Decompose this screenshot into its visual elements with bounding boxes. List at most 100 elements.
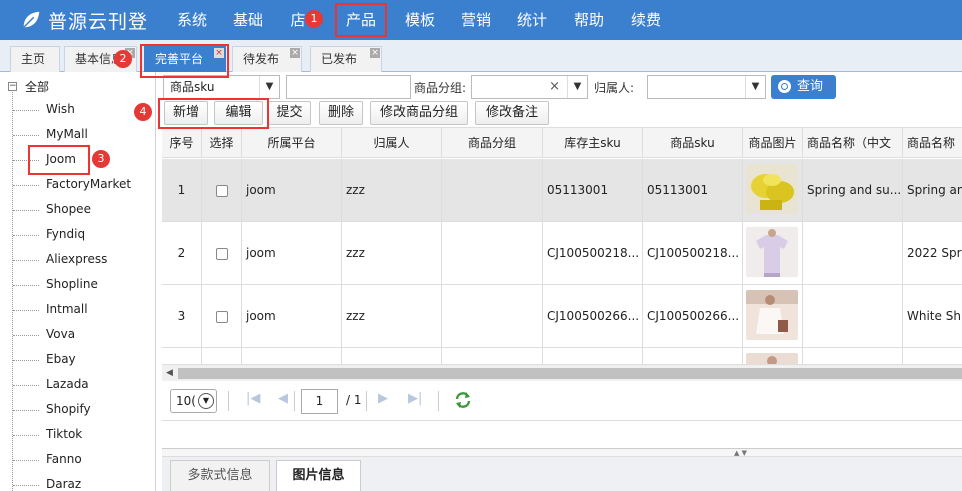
- add-button[interactable]: 新增: [164, 101, 208, 125]
- white-shirt-model-image[interactable]: [746, 290, 798, 340]
- owner-filter-select[interactable]: ▼: [647, 75, 766, 99]
- page-number-input[interactable]: 1: [301, 389, 338, 414]
- nav-item-statistics[interactable]: 统计: [510, 0, 554, 40]
- tree-root[interactable]: − 全部: [8, 78, 49, 95]
- first-page-icon[interactable]: |◀: [246, 391, 260, 406]
- divider: [366, 391, 367, 411]
- column-header[interactable]: 商品分组: [442, 128, 543, 158]
- product-thumbnail-image[interactable]: [746, 353, 798, 364]
- collapse-icon[interactable]: −: [8, 82, 17, 91]
- query-button[interactable]: 查询: [771, 75, 836, 99]
- owner-cell: [342, 348, 442, 364]
- tree-guide-line: [12, 92, 13, 491]
- column-header[interactable]: 序号: [162, 128, 202, 158]
- tab-multi-style-info[interactable]: 多款式信息: [170, 460, 270, 491]
- column-header[interactable]: 归属人: [342, 128, 442, 158]
- table-row[interactable]: 2 joom zzz CJ100500218... CJ100500218...…: [162, 222, 962, 285]
- tree-item-intmall[interactable]: Intmall: [13, 302, 88, 316]
- group-filter-select[interactable]: × ▼: [471, 75, 588, 99]
- row-checkbox[interactable]: [215, 310, 228, 323]
- tree-item-shopline[interactable]: Shopline: [13, 277, 98, 291]
- delete-button[interactable]: 删除: [319, 101, 363, 125]
- column-header[interactable]: 商品名称（中文: [803, 128, 903, 158]
- tree-item-fyndiq[interactable]: Fyndiq: [12, 227, 85, 241]
- tree-item-wish[interactable]: Wish: [13, 102, 75, 116]
- tree-item-ebay[interactable]: Ebay: [13, 352, 76, 366]
- image-cell: [743, 222, 803, 285]
- tab-pending-publish[interactable]: 待发布 ×: [232, 46, 302, 72]
- nav-item-product[interactable]: 产品: [332, 0, 390, 40]
- close-icon[interactable]: ×: [214, 48, 224, 58]
- search-field-select[interactable]: 商品sku ▼: [163, 75, 280, 99]
- tree-item-shopee[interactable]: Shopee: [13, 202, 91, 216]
- table-header: 序号 选择 所属平台 归属人 商品分组 库存主sku 商品sku 商品图片 商品…: [162, 128, 962, 158]
- tree-item-fanno[interactable]: Fanno: [13, 452, 82, 466]
- row-checkbox[interactable]: [215, 184, 228, 197]
- row-select-cell: [202, 348, 242, 364]
- table-row[interactable]: 1 joom zzz 05113001 05113001 Spring and …: [162, 159, 962, 222]
- close-icon[interactable]: ×: [370, 48, 380, 58]
- nav-item-marketing[interactable]: 营销: [454, 0, 498, 40]
- product-name-cn-cell: [803, 348, 903, 364]
- tree-item-factorymarket[interactable]: FactoryMarket: [12, 177, 131, 191]
- page-total: / 1: [346, 393, 362, 407]
- tab-published[interactable]: 已发布 ×: [310, 46, 382, 72]
- group-cell: [442, 348, 543, 364]
- tab-image-info[interactable]: 图片信息: [276, 460, 361, 491]
- row-select-cell: [202, 222, 242, 285]
- table-row[interactable]: [162, 348, 962, 364]
- chevron-down-icon[interactable]: ▼: [198, 393, 214, 409]
- sku-cell: 05113001: [643, 159, 743, 222]
- tree-item-lazada[interactable]: Lazada: [13, 377, 89, 391]
- chevron-down-icon[interactable]: ▼: [567, 76, 587, 98]
- column-header[interactable]: 选择: [202, 128, 242, 158]
- product-name-cn-cell: Spring and su...: [803, 159, 903, 222]
- scrollbar-thumb[interactable]: [178, 368, 962, 379]
- tree-item-aliexpress[interactable]: Aliexpress: [12, 252, 107, 266]
- page-size-select[interactable]: 10( ▼: [170, 389, 217, 413]
- refresh-icon[interactable]: [454, 391, 472, 409]
- chevron-down-icon[interactable]: ▼: [259, 76, 279, 98]
- horizontal-scrollbar[interactable]: ◀: [162, 364, 962, 381]
- modify-note-button[interactable]: 修改备注: [475, 101, 549, 125]
- submit-button[interactable]: 提交: [268, 101, 311, 125]
- column-header[interactable]: 所属平台: [242, 128, 342, 158]
- nav-item-template[interactable]: 模板: [398, 0, 442, 40]
- tab-home[interactable]: 主页: [10, 46, 60, 72]
- nav-item-system[interactable]: 系统: [170, 0, 214, 40]
- prev-page-icon[interactable]: ◀: [278, 391, 288, 406]
- scroll-left-icon[interactable]: ◀: [166, 368, 173, 378]
- column-header[interactable]: 商品sku: [643, 128, 743, 158]
- clear-icon[interactable]: ×: [549, 76, 560, 98]
- nav-item-help[interactable]: 帮助: [567, 0, 611, 40]
- next-page-icon[interactable]: ▶: [378, 391, 388, 406]
- column-header[interactable]: 库存主sku: [543, 128, 643, 158]
- column-header[interactable]: 商品图片: [743, 128, 803, 158]
- table-row[interactable]: 3 joom zzz CJ100500266... CJ100500266...…: [162, 285, 962, 348]
- row-checkbox[interactable]: [215, 247, 228, 260]
- step-badge-2: 2: [114, 50, 132, 68]
- app-logo[interactable]: 普源云刊登: [0, 0, 170, 40]
- yellow-ruffle-dress-image[interactable]: [746, 164, 798, 214]
- tree-item-mymall[interactable]: MyMall: [13, 127, 88, 141]
- tree-item-joom[interactable]: Joom: [13, 152, 76, 166]
- last-page-icon[interactable]: ▶|: [408, 391, 422, 406]
- lavender-tshirt-image[interactable]: [746, 227, 798, 277]
- tree-item-vova[interactable]: Vova: [12, 327, 75, 341]
- leaf-logo-icon: [23, 11, 40, 28]
- modify-group-button[interactable]: 修改商品分组: [370, 101, 468, 125]
- nav-item-basic[interactable]: 基础: [226, 0, 270, 40]
- tree-item-shopify[interactable]: Shopify: [13, 402, 91, 416]
- panel-splitter[interactable]: ▲ ▼: [162, 448, 962, 457]
- close-icon[interactable]: ×: [290, 48, 300, 58]
- column-header[interactable]: 商品名称: [903, 128, 962, 158]
- search-input[interactable]: [286, 75, 411, 99]
- chevron-down-icon[interactable]: ▼: [745, 76, 765, 98]
- tree-item-tiktok[interactable]: Tiktok: [12, 427, 82, 441]
- step-badge-1: 1: [305, 10, 323, 28]
- tree-item-daraz[interactable]: Daraz: [12, 477, 81, 491]
- divider: [294, 391, 295, 411]
- tab-complete-platform[interactable]: 完善平台 ×: [144, 46, 226, 72]
- edit-button[interactable]: 编辑: [214, 101, 263, 125]
- nav-item-renew[interactable]: 续费: [624, 0, 668, 40]
